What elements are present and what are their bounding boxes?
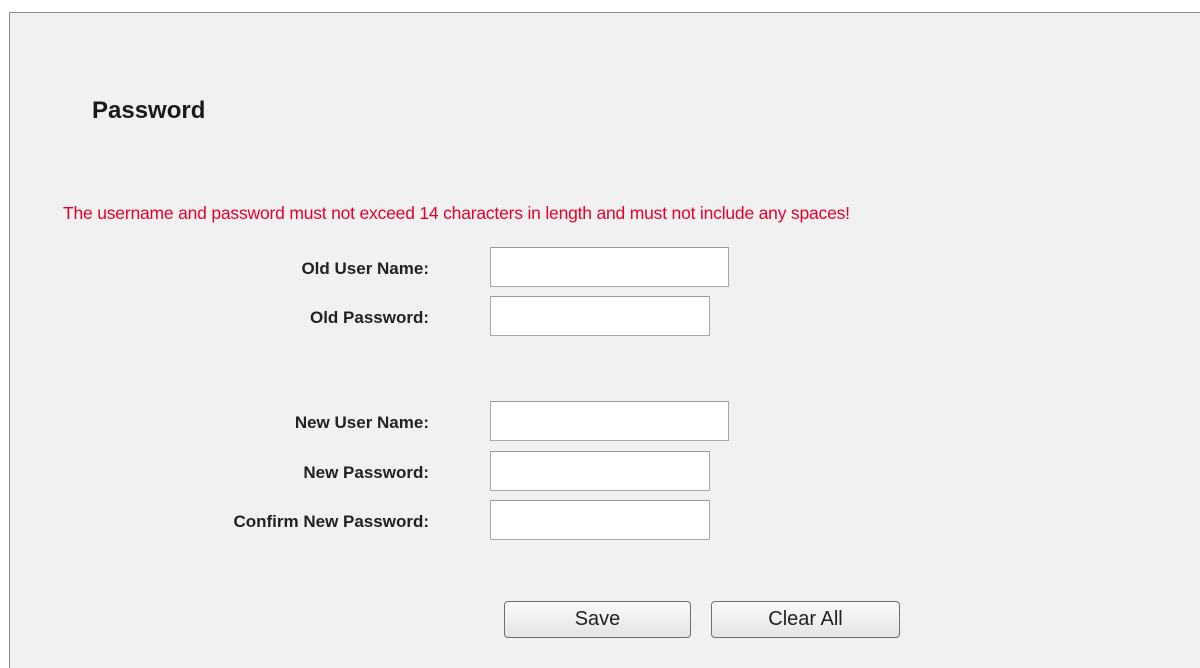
confirm-new-password-field[interactable] — [490, 500, 710, 540]
confirm-new-password-label: Confirm New Password: — [233, 512, 429, 531]
new-password-label: New Password: — [303, 463, 429, 482]
old-user-name-field[interactable] — [490, 247, 729, 287]
credential-rules-warning: The username and password must not excee… — [63, 203, 850, 223]
old-password-label: Old Password: — [309, 308, 429, 327]
new-password-field[interactable] — [490, 451, 710, 491]
page-title: Password — [92, 97, 206, 124]
old-user-name-label: Old User Name: — [301, 259, 429, 278]
clear-all-button[interactable]: Clear All — [711, 601, 900, 638]
new-user-name-label: New User Name: — [294, 413, 429, 432]
old-password-field[interactable] — [490, 296, 710, 336]
new-user-name-field[interactable] — [490, 401, 729, 441]
save-button[interactable]: Save — [504, 601, 691, 638]
